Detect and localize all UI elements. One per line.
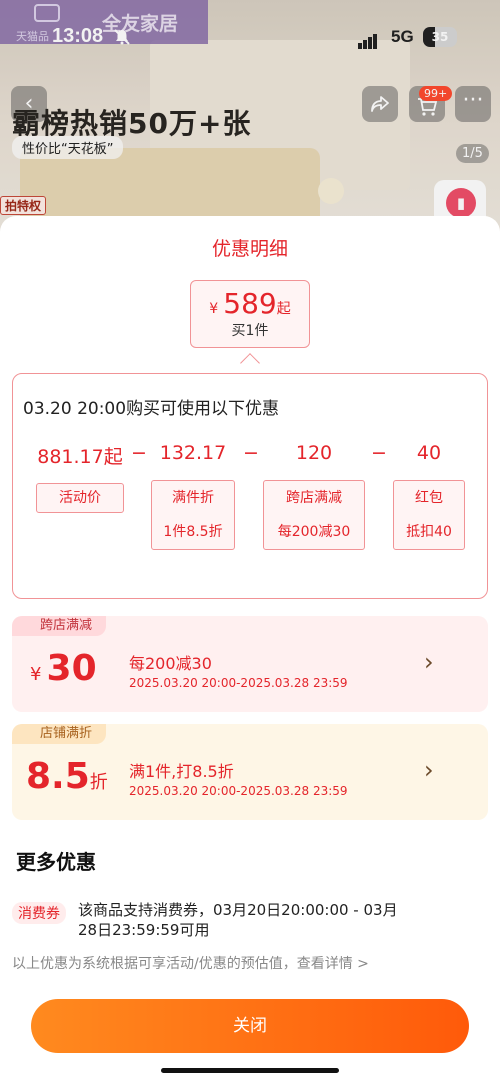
price-quantity: 买1件 [231,323,269,339]
calc-label: 跨店满减 [286,490,342,506]
calc-tag: 红包 抵扣40 [393,480,465,550]
more-discounts-title: 更多优惠 [16,850,96,874]
calc-tag: 跨店满减 每200减30 [263,480,365,550]
promo-value: 8.5折 [26,756,108,797]
calc-heading: 03.20 20:00购买可使用以下优惠 [23,399,280,419]
price-currency: ¥ [209,301,219,317]
calc-label: 满件折 [172,490,214,506]
promo-card-cross-store[interactable]: 跨店满减 ¥ 30 每200减30 2025.03.20 20:00-2025.… [12,616,488,712]
calc-value: 40 [416,442,442,464]
final-price-box: ¥ 589起 买1件 [190,280,310,348]
calc-tag: 满件折 1件8.5折 [151,480,235,550]
chevron-right-icon: › [424,756,434,784]
discount-calc-box: 03.20 20:00购买可使用以下优惠 881.17起 活动价 − 132.1… [12,373,488,599]
calc-label: 红包 [415,490,443,506]
price-amount: 589 [223,287,277,320]
promo-prefix: ¥ [30,664,42,685]
promo-amount: 8.5 [26,756,90,797]
calc-label: 活动价 [36,483,124,513]
calc-item-cross-store: 120 跨店满减 每200减30 [263,442,365,550]
price-pointer [240,353,260,373]
minus-sign: − [131,442,147,464]
promo-label: 跨店满减 [12,616,107,636]
calc-item-activity-price: 881.17起 活动价 [36,442,124,513]
calc-item-red-packet: 40 红包 抵扣40 [393,442,465,550]
promo-label: 店铺满折 [12,724,107,744]
discount-detail-sheet: 优惠明细 ¥ 589起 买1件 03.20 20:00购买可使用以下优惠 881… [0,216,500,1084]
coupon-text: 该商品支持消费券，03月20日20:00:00 - 03月28日23:59:59… [78,901,398,939]
promo-date: 2025.03.20 20:00-2025.03.28 23:59 [129,676,348,690]
promo-suffix: 折 [89,772,108,793]
calc-detail: 抵扣40 [406,524,452,540]
calc-detail: 每200减30 [277,524,351,540]
coupon-tag: 消费券 [12,902,66,924]
sheet-title: 优惠明细 [211,238,288,260]
close-button[interactable]: 关闭 [31,999,469,1053]
calc-item-piece-discount: 132.17 满件折 1件8.5折 [151,442,235,550]
home-indicator [161,1068,339,1073]
promo-amount: 30 [46,648,97,689]
final-price: ¥ 589起 [191,287,309,320]
calc-value: 120 [295,442,333,464]
promo-card-store-discount[interactable]: 店铺满折 8.5折 满1件,打8.5折 2025.03.20 20:00-202… [12,724,488,820]
minus-sign: − [243,442,259,464]
calc-detail: 1件8.5折 [163,524,223,540]
minus-sign: − [371,442,387,464]
promo-value: ¥ 30 [30,648,97,689]
calc-value: 881.17起 [37,446,123,468]
chevron-right-icon: › [424,648,434,676]
price-suffix: 起 [276,301,291,317]
calc-value: 132.17 [159,442,227,464]
promo-desc: 满1件,打8.5折 [129,762,234,781]
promo-desc: 每200减30 [129,654,212,673]
promo-date: 2025.03.20 20:00-2025.03.28 23:59 [129,784,348,798]
disclaimer-link[interactable]: 以上优惠为系统根据可享活动/优惠的预估值，查看详情 > [12,953,369,973]
